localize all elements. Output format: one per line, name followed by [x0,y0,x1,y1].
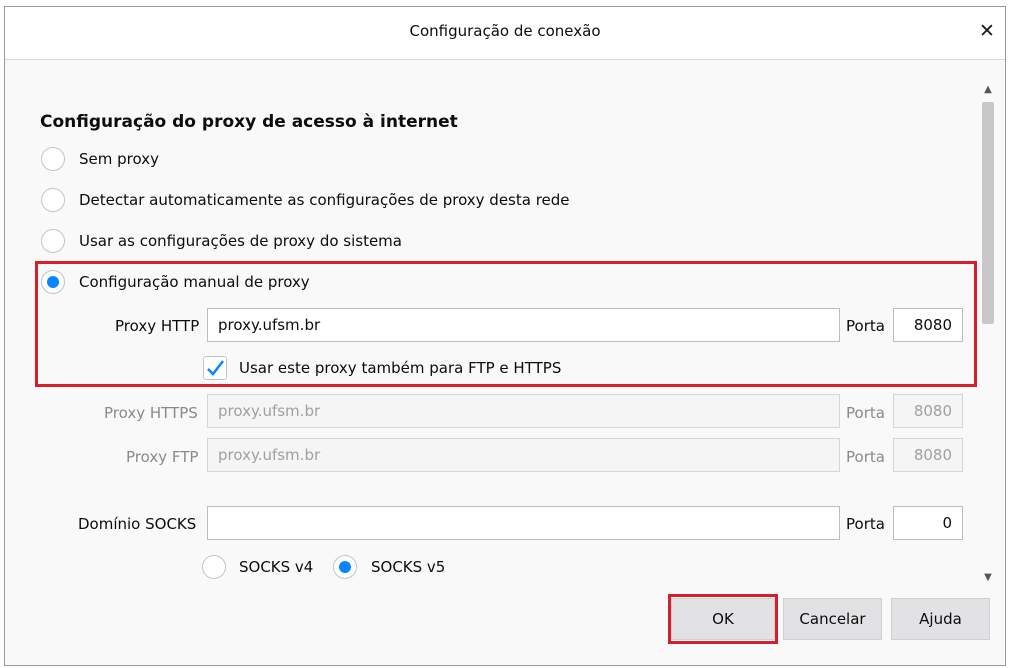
radio-socks-v4[interactable] [202,555,226,579]
dialog-title: Configuração de conexão [409,22,601,40]
section-heading: Configuração do proxy de acesso à intern… [40,112,458,132]
https-proxy-label: Proxy HTTPS [104,404,198,422]
socks-port-field[interactable]: 0 [893,506,963,540]
radio-no-proxy-label[interactable]: Sem proxy [79,150,159,168]
radio-socks-v5[interactable] [333,555,357,579]
radio-system-proxy-label[interactable]: Usar as configurações de proxy do sistem… [79,232,402,250]
https-proxy-field: proxy.ufsm.br [207,394,840,428]
help-button[interactable]: Ajuda [891,598,990,640]
https-port-field: 8080 [893,394,963,428]
title-bar: Configuração de conexão ✕ [5,7,1005,60]
radio-socks-v4-label[interactable]: SOCKS v4 [239,558,313,576]
ftp-port-label: Porta [846,448,885,466]
manual-proxy-highlight [35,261,977,387]
socks-host-field[interactable] [207,506,840,540]
ok-button-highlight [668,594,778,644]
ftp-proxy-label: Proxy FTP [126,448,199,466]
https-port-label: Porta [846,404,885,422]
socks-host-label: Domínio SOCKS [78,515,197,533]
chevron-down-icon[interactable]: ▼ [980,572,996,586]
radio-socks-v5-label[interactable]: SOCKS v5 [371,558,445,576]
cancel-button[interactable]: Cancelar [783,598,882,640]
chevron-up-icon[interactable]: ▲ [980,84,996,98]
radio-auto-detect[interactable] [41,188,65,212]
ftp-port-field: 8080 [893,438,963,472]
scrollbar-thumb[interactable] [982,102,994,324]
radio-auto-detect-label[interactable]: Detectar automaticamente as configuraçõe… [79,191,570,209]
radio-system-proxy[interactable] [41,229,65,253]
socks-port-label: Porta [846,515,885,533]
radio-no-proxy[interactable] [41,147,65,171]
ftp-proxy-field: proxy.ufsm.br [207,438,840,472]
close-icon[interactable]: ✕ [975,17,999,45]
